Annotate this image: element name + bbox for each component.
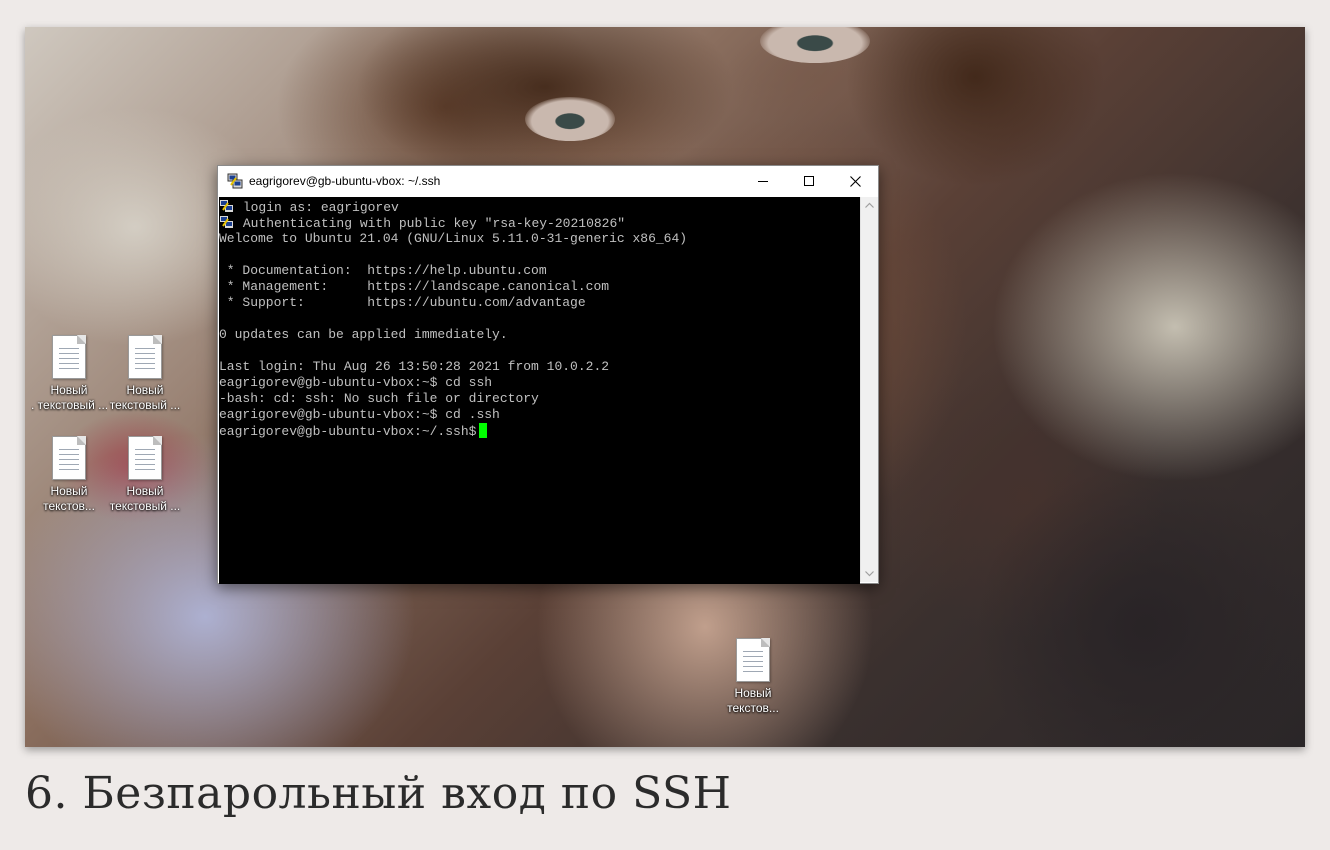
terminal-prompt-line[interactable]: eagrigorev@gb-ubuntu-vbox:~/.ssh$ — [219, 423, 860, 439]
wallpaper-hair-right — [845, 27, 1105, 187]
desktop-file-label-line1: Новый — [126, 383, 164, 397]
text-document-icon — [128, 335, 162, 379]
scroll-down-arrow-icon[interactable] — [865, 569, 874, 578]
window-title: eagrigorev@gb-ubuntu-vbox: ~/.ssh — [249, 174, 441, 188]
desktop-file-label-line2: . текстовый ... — [31, 398, 107, 412]
putty-icon — [220, 200, 233, 212]
desktop-file-label-line2: текстовый ... — [109, 499, 181, 513]
desktop-file-icon[interactable]: Новый текстов... — [715, 638, 791, 716]
text-document-icon — [128, 436, 162, 480]
desktop-file-icon[interactable]: Новый текстовый ... — [107, 436, 183, 514]
terminal-output[interactable]: login as: eagrigorev Authenticating with… — [219, 197, 860, 584]
terminal-prompt: eagrigorev@gb-ubuntu-vbox:~/.ssh$ — [219, 424, 477, 439]
text-document-icon — [736, 638, 770, 682]
terminal-line: eagrigorev@gb-ubuntu-vbox:~$ cd ssh — [219, 375, 493, 390]
desktop-file-label-line1: Новый — [50, 484, 88, 498]
desktop-file-icon[interactable]: Новый . текстовый ... — [31, 335, 107, 413]
terminal-line: * Management: https://landscape.canonica… — [219, 279, 610, 294]
desktop-file-label-line1: Новый — [50, 383, 88, 397]
maximize-icon — [804, 176, 814, 186]
terminal-line: 0 updates can be applied immediately. — [219, 327, 508, 342]
terminal-line: Welcome to Ubuntu 21.04 (GNU/Linux 5.11.… — [219, 231, 688, 246]
close-icon — [849, 175, 861, 187]
maximize-button[interactable] — [786, 166, 832, 196]
desktop-file-label-line2: текстовый ... — [109, 398, 181, 412]
terminal-line: * Documentation: https://help.ubuntu.com — [219, 263, 547, 278]
terminal-text: Authenticating with public key "rsa-key-… — [242, 216, 626, 231]
close-button[interactable] — [832, 166, 878, 196]
minimize-icon — [758, 181, 768, 182]
text-document-icon — [52, 335, 86, 379]
desktop-file-icon[interactable]: Новый текстовый ... — [107, 335, 183, 413]
scroll-up-arrow-icon[interactable] — [865, 201, 874, 210]
terminal-line: * Support: https://ubuntu.com/advantage — [219, 295, 586, 310]
terminal-line: eagrigorev@gb-ubuntu-vbox:~$ cd .ssh — [219, 407, 500, 422]
desktop-file-icon[interactable]: Новый текстов... — [31, 436, 107, 514]
desktop-file-label-line2: текстов... — [43, 499, 95, 513]
terminal-line: Authenticating with public key "rsa-key-… — [219, 215, 860, 231]
putty-icon[interactable] — [227, 173, 243, 189]
putty-window[interactable]: eagrigorev@gb-ubuntu-vbox: ~/.ssh login … — [217, 165, 879, 584]
text-document-icon — [52, 436, 86, 480]
title-bar[interactable]: eagrigorev@gb-ubuntu-vbox: ~/.ssh — [218, 166, 878, 196]
vertical-scrollbar[interactable] — [860, 197, 878, 582]
desktop-file-label-line2: текстов... — [727, 701, 779, 715]
putty-icon — [220, 216, 233, 228]
terminal-text: login as: eagrigorev — [242, 200, 399, 215]
terminal-cursor — [479, 423, 488, 438]
terminal-line: -bash: cd: ssh: No such file or director… — [219, 391, 539, 406]
desktop-file-label-line1: Новый — [126, 484, 164, 498]
wallpaper-eye-left — [525, 97, 615, 141]
minimize-button[interactable] — [740, 166, 786, 196]
desktop-file-label-line1: Новый — [734, 686, 772, 700]
slide-caption: 6. Безпарольный вход по SSH — [25, 768, 732, 819]
terminal-line: Last login: Thu Aug 26 13:50:28 2021 fro… — [219, 359, 610, 374]
terminal-line: login as: eagrigorev — [219, 199, 860, 215]
